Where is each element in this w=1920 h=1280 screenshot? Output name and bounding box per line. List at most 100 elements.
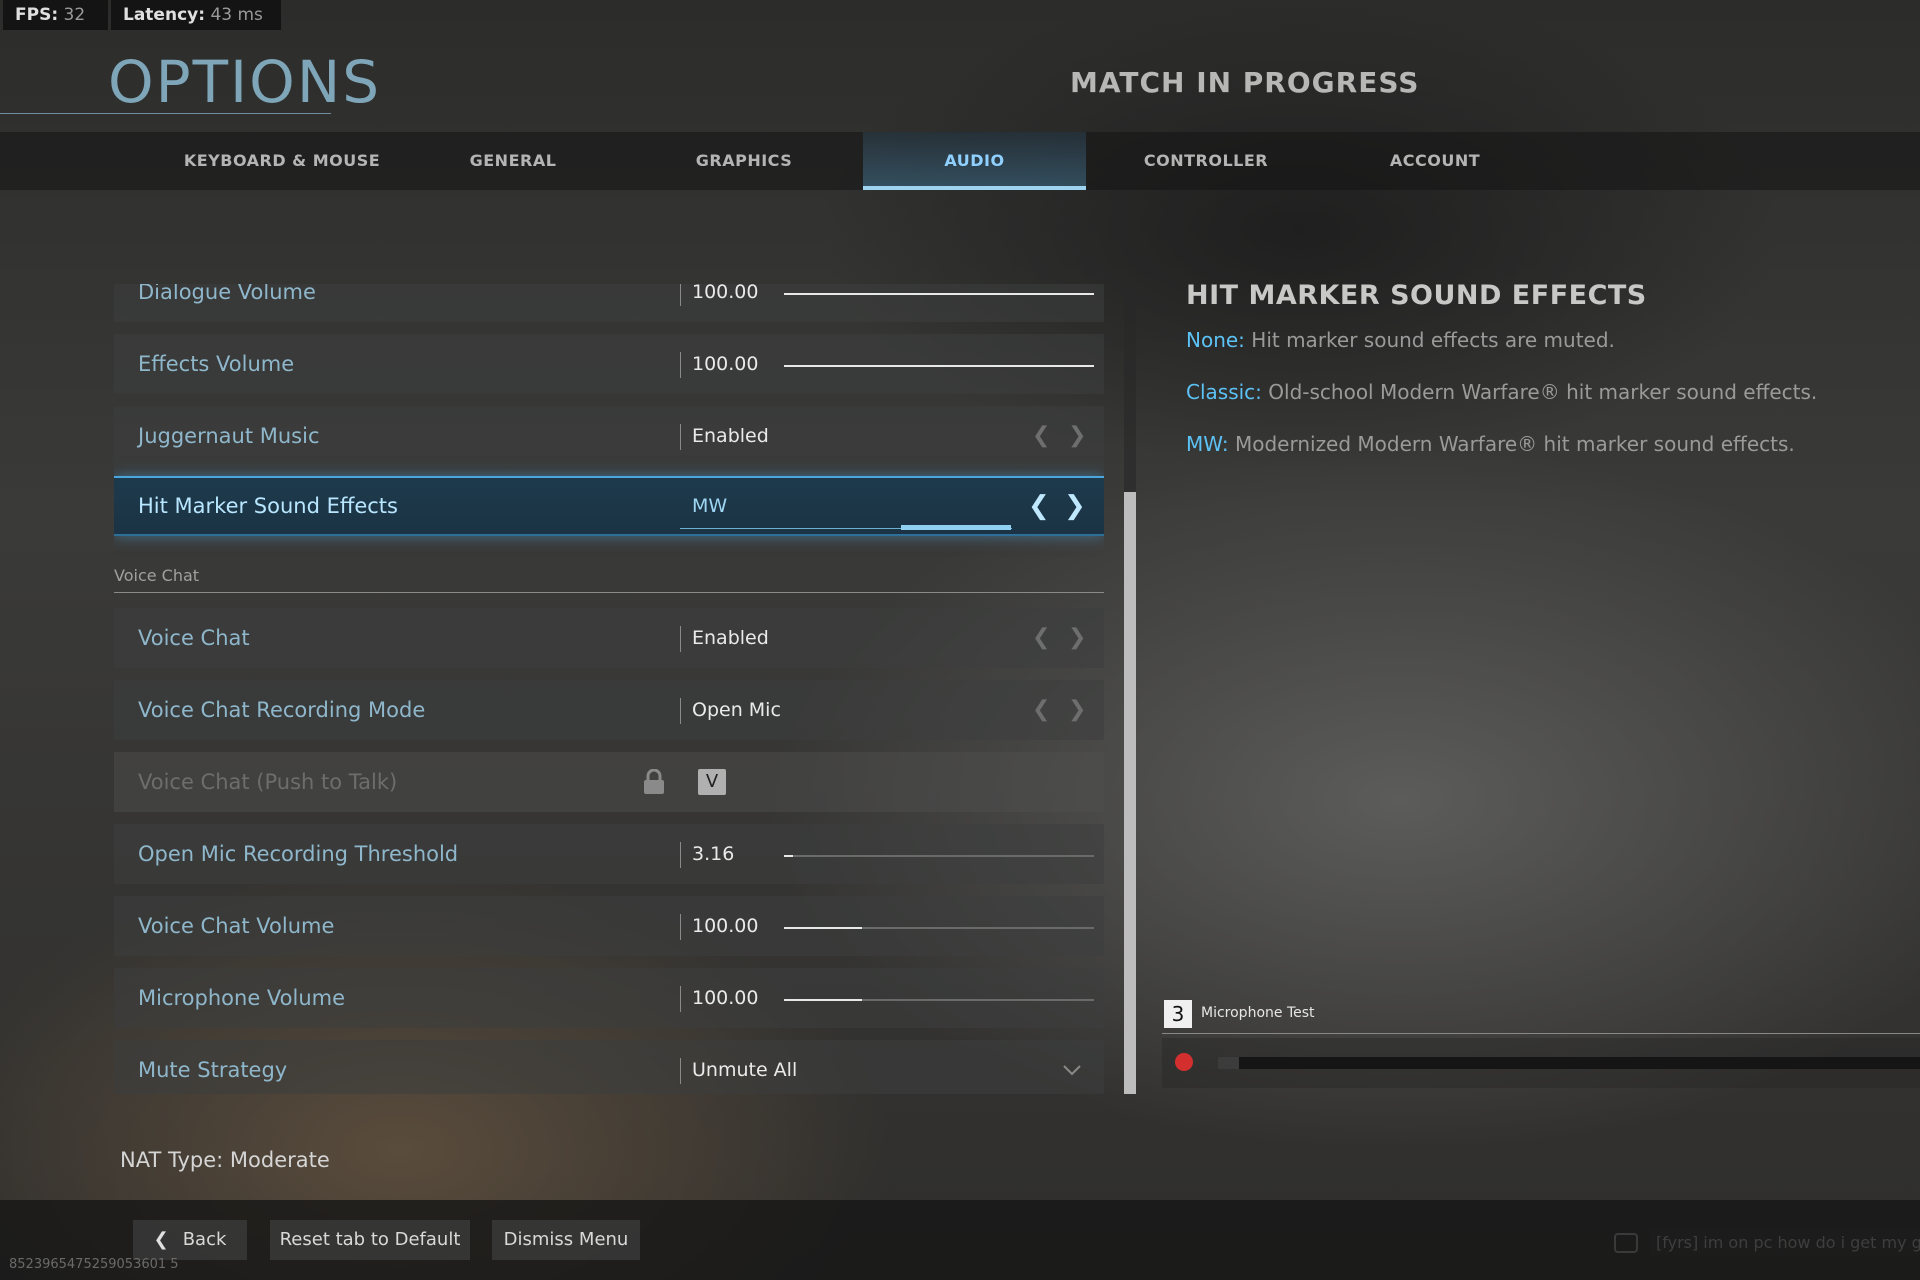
lock-icon — [644, 769, 664, 794]
chat-icon — [1614, 1233, 1638, 1253]
fps-label: FPS: — [15, 5, 59, 25]
back-label: Back — [182, 1229, 227, 1250]
slider-fill — [784, 927, 862, 929]
divider — [680, 424, 681, 450]
option-indicator — [901, 525, 1011, 530]
setting-value: 100.00 — [692, 987, 759, 1009]
divider — [680, 284, 681, 306]
divider — [680, 352, 681, 378]
setting-label: Open Mic Recording Threshold — [138, 842, 459, 866]
section-header-voice-chat: Voice Chat — [114, 566, 200, 585]
reset-tab-button[interactable]: Reset tab to Default — [270, 1220, 470, 1260]
title-underline — [0, 113, 331, 114]
setting-value: Enabled — [692, 425, 769, 447]
slider-fill — [784, 365, 1094, 367]
scrollbar[interactable] — [1124, 286, 1136, 1094]
latency-counter: Latency: 43 ms — [111, 0, 281, 30]
setting-label: Juggernaut Music — [138, 424, 320, 448]
divider — [680, 698, 681, 724]
microphone-level-meter — [1218, 1057, 1920, 1069]
setting-value: 100.00 — [692, 284, 759, 303]
latency-value: 43 ms — [210, 5, 263, 25]
setting-voice-chat[interactable]: Voice Chat Enabled ❮ ❯ — [114, 608, 1104, 668]
option-key: Classic: — [1186, 380, 1262, 404]
setting-value: 100.00 — [692, 915, 759, 937]
setting-hit-marker-sound-effects[interactable]: Hit Marker Sound Effects MW ❮ ❯ — [114, 476, 1104, 536]
page-title: OPTIONS — [108, 48, 382, 116]
back-button[interactable]: ❮ Back — [133, 1220, 247, 1260]
chevron-left-icon: ❮ — [153, 1229, 169, 1250]
tab-controller[interactable]: CONTROLLER — [1112, 132, 1300, 190]
setting-effects-volume[interactable]: Effects Volume 100.00 — [114, 334, 1104, 394]
keybind-badge: V — [698, 769, 726, 795]
chevron-right-icon[interactable]: ❯ — [1064, 478, 1086, 534]
record-icon[interactable] — [1175, 1053, 1193, 1071]
description-option-none: None: Hit marker sound effects are muted… — [1186, 328, 1615, 352]
tab-general[interactable]: GENERAL — [420, 132, 606, 190]
setting-microphone-volume[interactable]: Microphone Volume 100.00 — [114, 968, 1104, 1028]
volume-slider[interactable] — [784, 365, 1094, 367]
description-title: HIT MARKER SOUND EFFECTS — [1186, 280, 1647, 311]
volume-slider[interactable] — [784, 999, 1094, 1001]
keybind-badge: 3 — [1164, 1000, 1192, 1028]
tab-graphics[interactable]: GRAPHICS — [652, 132, 836, 190]
volume-slider[interactable] — [784, 293, 1094, 295]
threshold-slider[interactable] — [784, 855, 1094, 857]
dismiss-menu-button[interactable]: Dismiss Menu — [492, 1220, 640, 1260]
chevron-right-icon[interactable]: ❯ — [1068, 406, 1086, 466]
option-key: MW: — [1186, 432, 1229, 456]
setting-label: Voice Chat (Push to Talk) — [138, 770, 398, 794]
fps-value: 32 — [63, 5, 86, 25]
chevron-left-icon[interactable]: ❮ — [1032, 680, 1050, 740]
setting-value: Enabled — [692, 627, 769, 649]
setting-label: Microphone Volume — [138, 986, 346, 1010]
setting-label: Voice Chat — [138, 626, 250, 650]
setting-voice-chat-volume[interactable]: Voice Chat Volume 100.00 — [114, 896, 1104, 956]
section-divider — [1162, 1033, 1920, 1034]
option-key: None: — [1186, 328, 1245, 352]
setting-label: Mute Strategy — [138, 1058, 288, 1082]
setting-label: Dialogue Volume — [138, 284, 316, 304]
tab-keyboard-mouse[interactable]: KEYBOARD & MOUSE — [180, 132, 384, 190]
slider-fill — [784, 999, 862, 1001]
slider-fill — [784, 293, 1094, 295]
chevron-left-icon[interactable]: ❮ — [1032, 608, 1050, 668]
tab-account[interactable]: ACCOUNT — [1342, 132, 1528, 190]
latency-label: Latency: — [123, 5, 206, 25]
setting-value: MW — [692, 495, 728, 517]
session-id: 8523965475259053601 5 — [9, 1257, 179, 1272]
chevron-left-icon[interactable]: ❮ — [1028, 478, 1050, 534]
setting-value: 3.16 — [692, 843, 735, 865]
setting-push-to-talk: Voice Chat (Push to Talk) V — [114, 752, 1104, 812]
chevron-down-icon[interactable] — [1062, 1064, 1082, 1076]
setting-open-mic-threshold[interactable]: Open Mic Recording Threshold 3.16 — [114, 824, 1104, 884]
setting-juggernaut-music[interactable]: Juggernaut Music Enabled ❮ ❯ — [114, 406, 1104, 466]
option-text: Modernized Modern Warfare® hit marker so… — [1228, 432, 1795, 456]
scrollbar-thumb[interactable] — [1124, 492, 1136, 1094]
chevron-left-icon[interactable]: ❮ — [1032, 406, 1050, 466]
volume-slider[interactable] — [784, 927, 1094, 929]
microphone-test-label: Microphone Test — [1201, 1005, 1315, 1021]
setting-value: Open Mic — [692, 699, 781, 721]
settings-list: Dialogue Volume 100.00 Effects Volume 10… — [114, 284, 1104, 1094]
setting-label: Voice Chat Volume — [138, 914, 335, 938]
chevron-right-icon[interactable]: ❯ — [1068, 680, 1086, 740]
option-text: Hit marker sound effects are muted. — [1244, 328, 1615, 352]
setting-label: Effects Volume — [138, 352, 295, 376]
setting-dialogue-volume[interactable]: Dialogue Volume 100.00 — [114, 284, 1104, 322]
setting-mute-strategy[interactable]: Mute Strategy Unmute All — [114, 1040, 1104, 1094]
divider — [680, 914, 681, 940]
divider — [680, 626, 681, 652]
tab-audio[interactable]: AUDIO — [863, 132, 1086, 190]
description-option-classic: Classic: Old-school Modern Warfare® hit … — [1186, 380, 1817, 404]
setting-value: 100.00 — [692, 353, 759, 375]
setting-label: Hit Marker Sound Effects — [138, 494, 398, 518]
chat-preview[interactable]: [fyrs] im on pc how do i get my gam — [1650, 1229, 1920, 1257]
match-status: MATCH IN PROGRESS — [1070, 66, 1420, 99]
option-text: Old-school Modern Warfare® hit marker so… — [1261, 380, 1818, 404]
meter-fill — [1218, 1057, 1240, 1069]
setting-label: Voice Chat Recording Mode — [138, 698, 426, 722]
section-divider — [114, 592, 1104, 593]
chevron-right-icon[interactable]: ❯ — [1068, 608, 1086, 668]
setting-voice-chat-recording-mode[interactable]: Voice Chat Recording Mode Open Mic ❮ ❯ — [114, 680, 1104, 740]
